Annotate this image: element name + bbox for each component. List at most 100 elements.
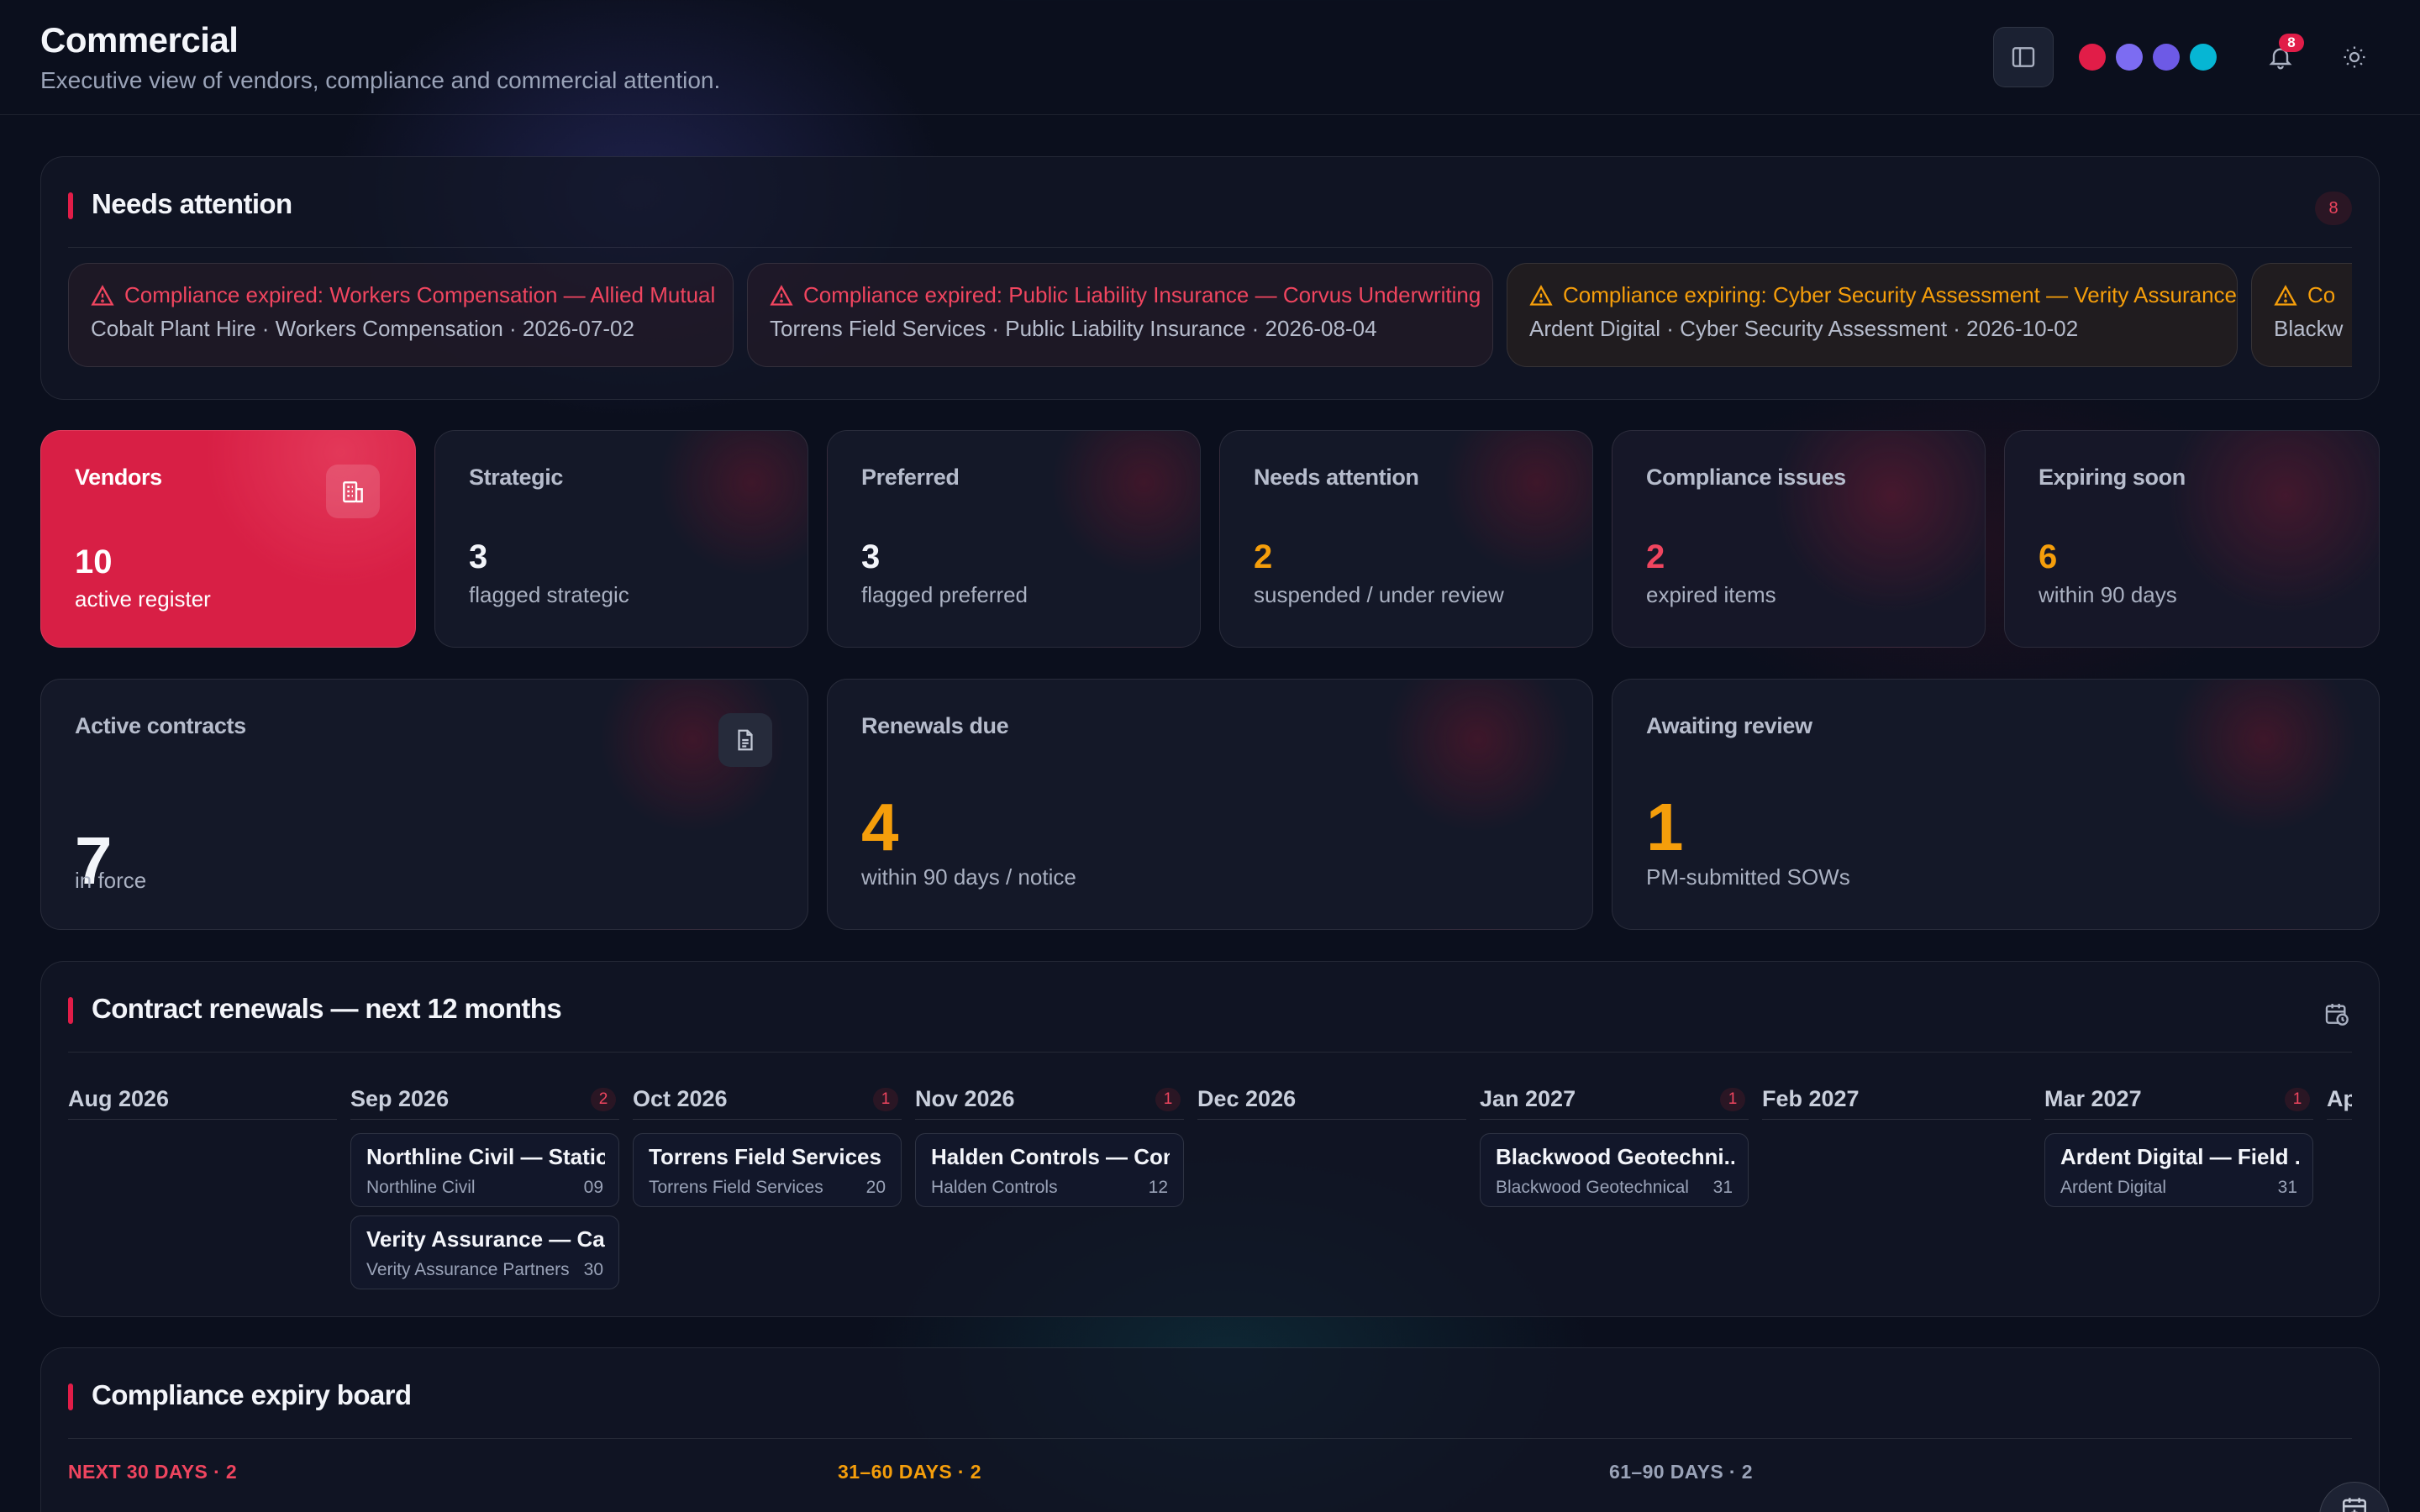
month-column: Aug 2026 [68,1086,337,1120]
kpi-label: Needs attention [1254,465,1419,490]
alert-detail: Blackw [2274,316,2344,341]
kpi-label: Preferred [861,465,960,490]
panel-title: Compliance expiry board [92,1379,412,1410]
renewal-card[interactable]: Halden Controls — Con... Halden Controls… [915,1133,1184,1207]
renewal-title: Northline Civil — Statio... [366,1144,605,1169]
kpi-value: 1 [1646,790,1684,864]
calendar-button[interactable] [2320,997,2354,1031]
kpi-card-renewals-due[interactable]: Renewals due 4 within 90 days / notice [827,679,1593,930]
theme-dot-violet[interactable] [2116,44,2143,71]
alert-detail: Torrens Field Services · Public Liabilit… [770,316,1377,341]
month-column: Feb 2027 [1762,1086,2031,1120]
kpi-label: Compliance issues [1646,465,1846,490]
kpi-label: Vendors [75,465,162,490]
panel-header: Needs attention 8 [68,157,2352,248]
panel-accent-bar [68,1383,73,1410]
kpi-card-active-contracts[interactable]: Active contracts 7 in force [40,679,808,930]
calendar-plus-icon [2342,1498,2367,1512]
sidebar-panel-icon [2012,47,2035,67]
kpi-sub: in force [75,868,147,893]
panel-accent-bar [68,192,73,219]
month-count-badge: 2 [591,1088,616,1111]
renewal-card[interactable]: Torrens Field Services ... Torrens Field… [633,1133,902,1207]
kpi-card-awaiting-review[interactable]: Awaiting review 1 PM-submitted SOWs [1612,679,2380,930]
renewal-title: Ardent Digital — Field ... [2060,1144,2299,1169]
alert-detail: Ardent Digital · Cyber Security Assessme… [1529,316,2079,341]
needs-attention-panel: Needs attention 8 Compliance expired: Wo… [40,156,2380,400]
renewal-card[interactable]: Ardent Digital — Field ... Ardent Digita… [2044,1133,2313,1207]
kpi-sub: flagged strategic [469,582,629,607]
renewal-title: Torrens Field Services ... [649,1144,887,1169]
theme-dot-red[interactable] [2079,44,2106,71]
alert-card[interactable]: Co Blackw [2251,263,2352,367]
building-icon [343,481,363,503]
sidebar-toggle-button[interactable] [1993,27,2054,87]
renewal-day: 30 [583,1260,603,1279]
month-name: Dec 2026 [1197,1086,1297,1111]
kpi-sub: within 90 days [2039,582,2177,607]
renewal-card[interactable]: Verity Assurance — Ca... Verity Assuranc… [350,1215,619,1289]
theme-toggle-button[interactable] [2329,32,2380,82]
panel-accent-bar [68,997,73,1024]
notification-count-badge: 8 [2279,34,2304,52]
top-bar: Commercial Executive view of vendors, co… [0,0,2420,115]
renewal-day: 31 [1712,1178,1733,1197]
theme-dot-cyan[interactable] [2190,44,2217,71]
panel-header: Contract renewals — next 12 months [68,962,2352,1053]
month-name: Ap [2327,1086,2352,1111]
renewal-title: Halden Controls — Con... [931,1144,1170,1169]
warning-icon [770,284,793,306]
column-header-61-90-days: 61–90 DAYS · 2 [1609,1461,1753,1483]
warning-icon [91,284,114,306]
attention-alert-list: Compliance expired: Workers Compensation… [68,263,2352,367]
renewal-card[interactable]: Northline Civil — Statio... Northline Ci… [350,1133,619,1207]
warning-icon [2274,284,2297,306]
kpi-sub: active register [75,586,211,612]
kpi-sub: PM-submitted SOWs [1646,864,1850,890]
renewal-vendor: Verity Assurance Partners [366,1260,570,1279]
month-name: Feb 2027 [1762,1086,1860,1111]
top-actions: 8 [1993,25,2380,89]
column-header-31-60-days: 31–60 DAYS · 2 [838,1461,981,1483]
month-count-badge: 1 [1720,1088,1745,1111]
alert-card[interactable]: Compliance expired: Workers Compensation… [68,263,734,367]
month-name: Nov 2026 [915,1086,1015,1111]
renewal-vendor: Northline Civil [366,1178,476,1197]
month-column: Ap [2327,1086,2352,1120]
kpi-card-needs-attention[interactable]: Needs attention 2 suspended / under revi… [1219,430,1593,648]
kpi-label: Renewals due [861,713,1009,738]
month-column: Sep 2026 2 Northline Civil — Statio... No… [350,1086,619,1289]
kpi-card-strategic[interactable]: Strategic 3 flagged strategic [434,430,808,648]
kpi-value: 3 [861,538,881,575]
panel-title: Needs attention [92,188,292,219]
kpi-card-expiring-soon[interactable]: Expiring soon 6 within 90 days [2004,430,2380,648]
month-column: Dec 2026 [1197,1086,1466,1120]
month-name: Oct 2026 [633,1086,728,1111]
renewal-day: 31 [2277,1178,2297,1197]
alert-card[interactable]: Compliance expiring: Cyber Security Asse… [1507,263,2238,367]
calendar-clock-icon [2325,1004,2349,1026]
panel-header: Compliance expiry board [68,1348,2352,1439]
kpi-sub: within 90 days / notice [861,864,1076,890]
contract-renewals-panel: Contract renewals — next 12 months Aug 2… [40,961,2380,1317]
renewal-day: 09 [583,1178,603,1197]
kpi-icon-button [326,465,380,518]
kpi-card-vendors[interactable]: Vendors 10 active register [40,430,416,648]
alert-card[interactable]: Compliance expired: Public Liability Ins… [747,263,1493,367]
kpi-label: Active contracts [75,713,246,738]
notifications-button[interactable]: 8 [2255,32,2306,82]
month-name: Mar 2027 [2044,1086,2142,1111]
kpi-card-preferred[interactable]: Preferred 3 flagged preferred [827,430,1201,648]
alert-title: Compliance expired: Public Liability Ins… [803,282,1481,307]
alert-title: Co [2307,282,2336,307]
renewal-card[interactable]: Blackwood Geotechni... Blackwood Geotech… [1480,1133,1749,1207]
kpi-card-compliance-issues[interactable]: Compliance issues 2 expired items [1612,430,1986,648]
renewal-vendor: Ardent Digital [2060,1178,2167,1197]
attention-count-badge: 8 [2315,192,2352,225]
kpi-value: 2 [1646,538,1665,575]
month-column: Oct 2026 1 Torrens Field Services ... Tor… [633,1086,902,1207]
theme-dot-indigo[interactable] [2153,44,2180,71]
month-count-badge: 1 [2285,1088,2310,1111]
renewal-vendor: Torrens Field Services [649,1178,823,1197]
kpi-sub: suspended / under review [1254,582,1504,607]
